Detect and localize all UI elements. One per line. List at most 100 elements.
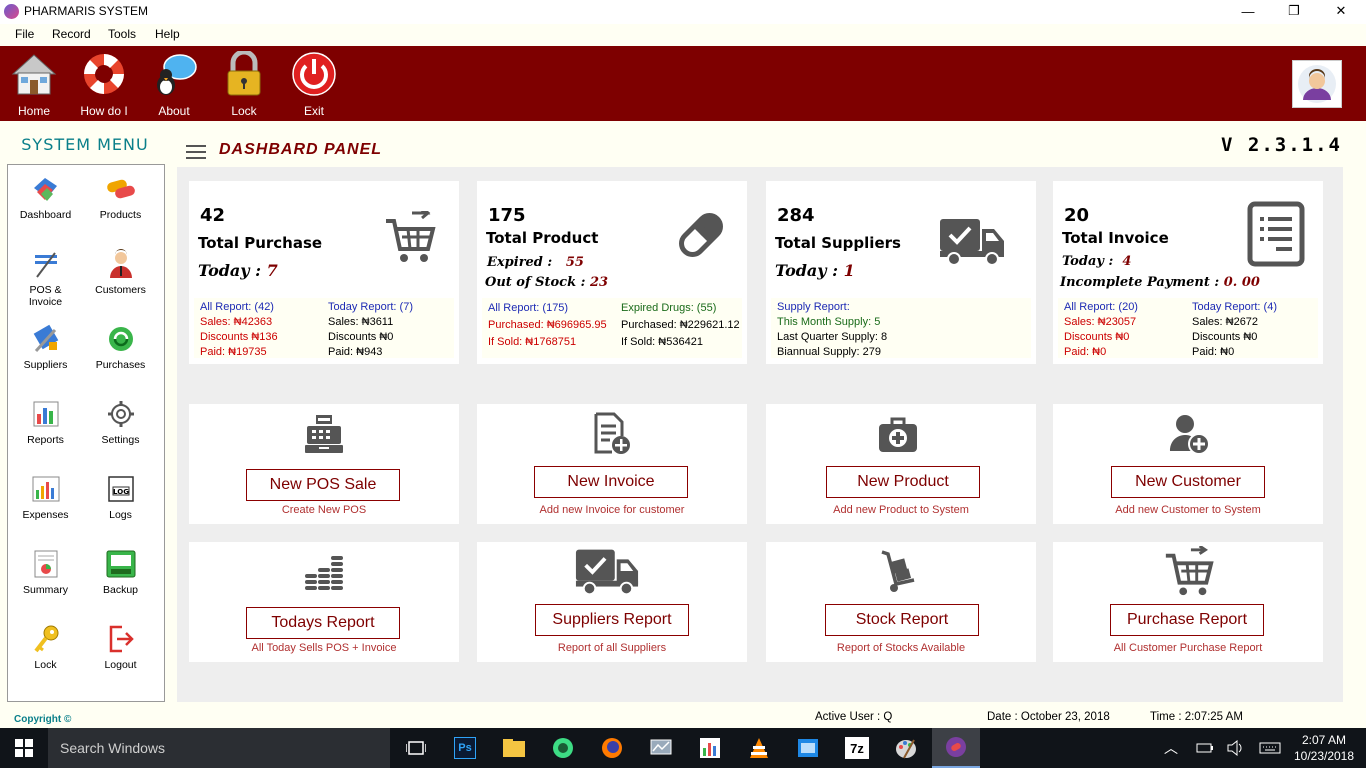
app-windowed-icon[interactable] — [791, 728, 825, 768]
7zip-icon[interactable]: 7z — [840, 728, 874, 768]
sidebar-item-expenses[interactable]: Expenses — [8, 465, 83, 535]
stat-card-product[interactable]: 175 Total Product Expired : 55 Out of St… — [477, 181, 747, 364]
report-today-discounts: Discounts ₦0 — [1192, 331, 1258, 343]
status-bar: Copyright © Active User : Q Date : Octob… — [0, 708, 1366, 728]
product-report-summary: All Report: (175) Purchased: ₦696965.95 … — [482, 298, 742, 358]
keyboard-icon[interactable] — [1257, 728, 1283, 768]
todays-report-button[interactable]: Todays Report — [246, 607, 400, 639]
new-pos-sale-button[interactable]: New POS Sale — [246, 469, 400, 501]
stat-today: Today : 1 — [775, 261, 855, 280]
sidebar-item-logs[interactable]: LOG Logs — [83, 465, 158, 535]
report-sales: Sales: ₦23057 — [1064, 316, 1137, 328]
menu-help[interactable]: Help — [155, 27, 180, 41]
stat-card-invoice[interactable]: 20 Total Invoice Today : 4 Incomplete Pa… — [1053, 181, 1323, 364]
new-product-button[interactable]: New Product — [826, 466, 980, 498]
paint-icon[interactable] — [889, 728, 923, 768]
menu-record[interactable]: Record — [52, 27, 91, 41]
close-button[interactable]: ✕ — [1318, 0, 1364, 22]
purchase-report-summary: All Report: (42) Sales: ₦42363 Discounts… — [194, 298, 454, 358]
photoshop-icon[interactable]: Ps — [448, 728, 482, 768]
system-clock[interactable]: 2:07 AM 10/23/2018 — [1293, 732, 1355, 764]
pos-icon — [30, 248, 62, 280]
svg-text:LOG: LOG — [113, 488, 129, 496]
battery-icon[interactable] — [1194, 728, 1216, 768]
sidebar-item-settings[interactable]: Settings — [83, 390, 158, 460]
recycle-icon — [105, 323, 137, 355]
minimize-button[interactable]: — — [1225, 0, 1271, 22]
sidebar-item-summary[interactable]: Summary — [8, 540, 83, 610]
sidebar-item-customers[interactable]: Customers — [83, 240, 158, 310]
report-today-paid: Paid: ₦0 — [1192, 346, 1235, 358]
app-monitor-icon[interactable] — [644, 728, 678, 768]
sidebar-item-pos-invoice[interactable]: POS & Invoice — [8, 240, 83, 310]
sidebar-item-products[interactable]: Products — [83, 165, 158, 235]
sidebar-item-purchases[interactable]: Purchases — [83, 315, 158, 385]
menu-tools[interactable]: Tools — [108, 27, 136, 41]
sidebar-item-label: Purchases — [95, 359, 146, 371]
menu-file[interactable]: File — [15, 27, 34, 41]
volume-icon[interactable] — [1225, 728, 1247, 768]
sidebar-item-label: Suppliers — [23, 359, 68, 371]
sidebar-item-label: Dashboard — [19, 209, 72, 221]
sidebar-item-suppliers[interactable]: Suppliers — [8, 315, 83, 385]
power-icon — [289, 50, 339, 98]
report-expired-if-sold: If Sold: ₦536421 — [621, 336, 703, 348]
dashboard-icon — [30, 173, 62, 205]
pharmaris-taskbar-icon[interactable] — [932, 728, 980, 768]
restore-button[interactable]: ❐ — [1271, 0, 1317, 22]
task-view-icon[interactable] — [400, 728, 432, 768]
action-card-todays-report: Todays Report All Today Sells POS + Invo… — [189, 542, 459, 662]
pill-icon — [675, 209, 727, 264]
log-icon: LOG — [105, 473, 137, 505]
taskbar-search[interactable]: Search Windows — [48, 728, 390, 768]
file-explorer-icon[interactable] — [497, 728, 531, 768]
toolbar-howdoi-button[interactable]: How do I — [74, 50, 134, 118]
medical-kit-icon — [872, 412, 924, 456]
report-quarter: Last Quarter Supply: 8 — [777, 331, 888, 343]
toolbar-lock-button[interactable]: Lock — [214, 50, 274, 118]
hand-truck-icon — [872, 548, 924, 596]
sidebar-item-logout[interactable]: Logout — [83, 615, 158, 685]
hamburger-menu-icon[interactable] — [186, 141, 206, 159]
taskbar: Search Windows Ps 7z ︿ 2:07 AM 10/23/201… — [0, 728, 1366, 768]
action-card-new-customer: New Customer Add new Customer to System — [1053, 404, 1323, 524]
suppliers-report-button[interactable]: Suppliers Report — [535, 604, 689, 636]
sidebar-item-reports[interactable]: Reports — [8, 390, 83, 460]
sidebar-item-label: Lock — [34, 659, 57, 671]
report-purchased: Purchased: ₦696965.95 — [488, 319, 607, 331]
logout-icon — [105, 623, 137, 655]
action-subtitle: Report of Stocks Available — [836, 642, 966, 654]
app-icon — [4, 4, 19, 19]
android-studio-icon[interactable] — [546, 728, 580, 768]
stock-report-button[interactable]: Stock Report — [825, 604, 979, 636]
stat-label: Total Suppliers — [775, 234, 901, 252]
new-customer-button[interactable]: New Customer — [1111, 466, 1265, 498]
truck-icon — [938, 217, 1006, 270]
firefox-icon[interactable] — [595, 728, 629, 768]
avatar[interactable] — [1292, 60, 1342, 108]
report-all: All Report: (175) — [488, 302, 569, 314]
file-add-icon — [586, 412, 638, 456]
toolbar-home-button[interactable]: Home — [4, 50, 64, 118]
key-icon — [30, 623, 62, 655]
app-chart-icon[interactable] — [693, 728, 727, 768]
stat-card-suppliers[interactable]: 284 Total Suppliers Today : 1 Supply Rep… — [766, 181, 1036, 364]
action-card-new-invoice: New Invoice Add new Invoice for customer — [477, 404, 747, 524]
purchase-report-button[interactable]: Purchase Report — [1110, 604, 1264, 636]
vlc-icon[interactable] — [742, 728, 776, 768]
toolbar-home-label: Home — [17, 104, 50, 118]
sidebar-item-label: Expenses — [22, 509, 69, 521]
report-today-sales: Sales: ₦2672 — [1192, 316, 1259, 328]
chevron-up-icon[interactable]: ︿ — [1160, 728, 1182, 768]
new-invoice-button[interactable]: New Invoice — [534, 466, 688, 498]
sidebar-item-backup[interactable]: Backup — [83, 540, 158, 610]
toolbar-exit-button[interactable]: Exit — [284, 50, 344, 118]
sidebar-item-lock[interactable]: Lock — [8, 615, 83, 685]
start-button[interactable] — [0, 728, 48, 768]
sidebar-item-label: POS & Invoice — [28, 284, 63, 308]
toolbar-about-button[interactable]: About — [144, 50, 204, 118]
padlock-icon — [219, 50, 269, 98]
stat-card-purchase[interactable]: 42 Total Purchase Today : 7 All Report: … — [189, 181, 459, 364]
cart-icon — [384, 206, 436, 270]
sidebar-item-dashboard[interactable]: Dashboard — [8, 165, 83, 235]
